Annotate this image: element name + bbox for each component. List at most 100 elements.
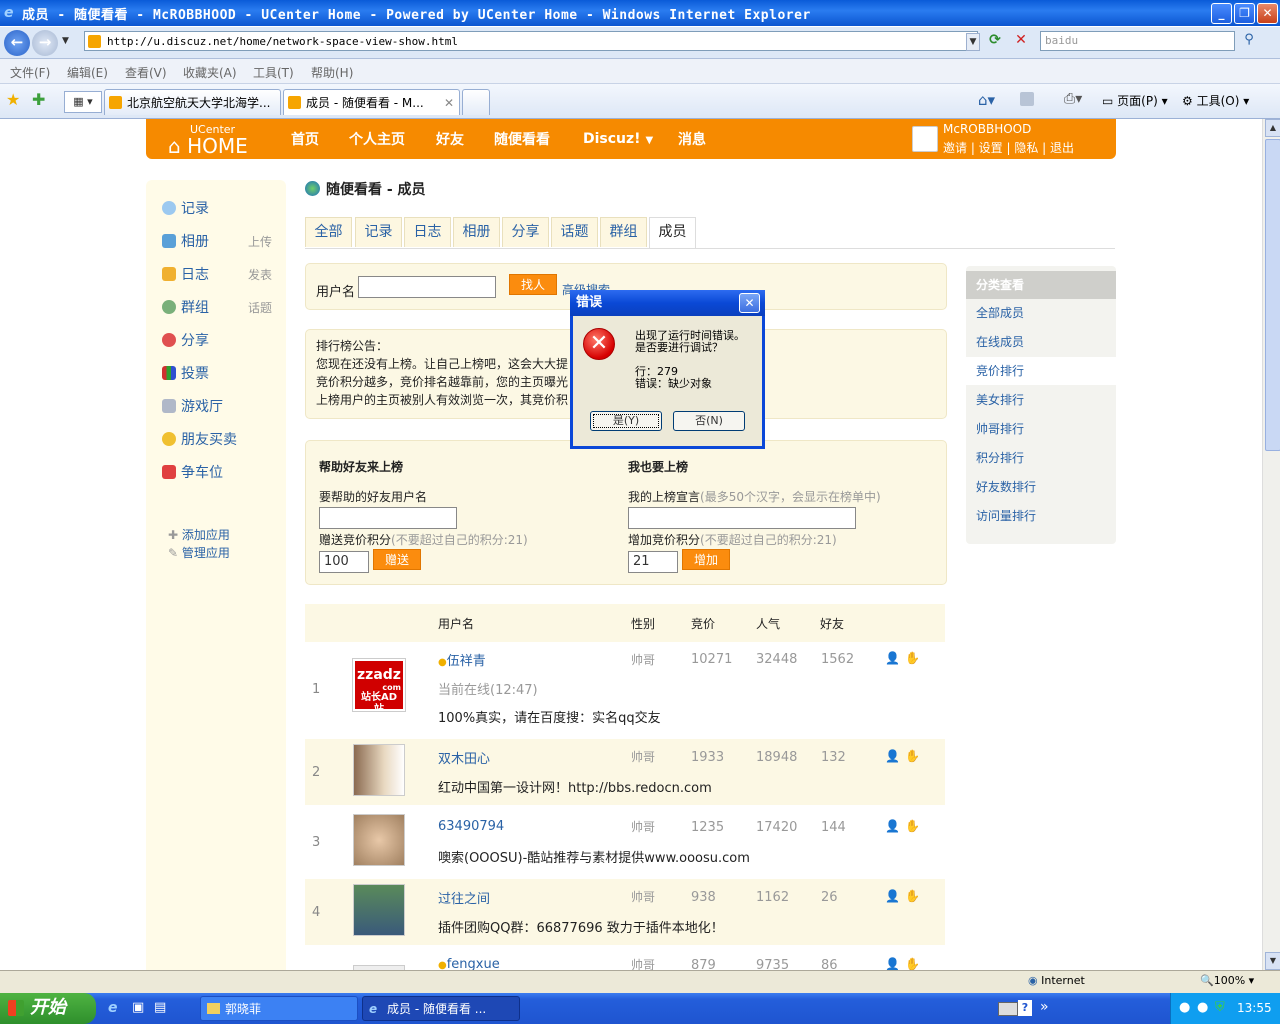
dialog-title[interactable]: 错误 xyxy=(570,290,765,316)
qq-icon[interactable]: ● xyxy=(1179,1000,1190,1015)
page-menu[interactable]: ▭ 页面(P) ▾ xyxy=(1102,92,1168,109)
address-dropdown-icon[interactable]: ▼ xyxy=(966,33,980,51)
tools-menu[interactable]: ⚙ 工具(O) ▾ xyxy=(1182,92,1249,109)
zoom-control[interactable]: 🔍100% ▾ xyxy=(1200,974,1254,987)
sidebar-sub-topic[interactable]: 话题 xyxy=(248,299,272,316)
sidebar-item-trade[interactable]: 朋友买卖 xyxy=(162,429,237,449)
menu-file[interactable]: 文件(F) xyxy=(10,64,50,81)
nav-discuz[interactable]: Discuz! ▼ xyxy=(583,131,653,147)
add-friend-icon[interactable]: 👤 xyxy=(885,651,901,665)
window-titlebar[interactable]: e 成员 - 随便看看 - McROBBHOOD - UCenter Home … xyxy=(0,0,1280,26)
address-input[interactable]: http://u.discuz.net/home/network-space-v… xyxy=(84,31,978,51)
menu-favorites[interactable]: 收藏夹(A) xyxy=(183,64,237,81)
category-points-ranking[interactable]: 积分排行 xyxy=(966,444,1116,472)
category-friends-ranking[interactable]: 好友数排行 xyxy=(966,473,1116,501)
task-folder[interactable]: 郭晓菲 xyxy=(200,996,358,1021)
home-icon[interactable]: ⌂▾ xyxy=(978,91,995,109)
tab-topics[interactable]: 话题 xyxy=(551,217,598,247)
tab-members[interactable]: 成员 - 随便看看 - M... ✕ xyxy=(283,89,460,115)
gift-points-input[interactable]: 100 xyxy=(319,551,369,573)
user-avatar[interactable] xyxy=(912,126,938,152)
network-icon[interactable]: ● xyxy=(1197,1000,1208,1015)
tab-groups[interactable]: 群组 xyxy=(600,217,647,247)
greet-icon[interactable]: ✋ xyxy=(905,651,921,665)
keyboard-icon[interactable] xyxy=(998,1002,1018,1016)
user-thumbnail[interactable] xyxy=(353,814,405,866)
nav-profile[interactable]: 个人主页 xyxy=(349,129,405,149)
slogan-input[interactable] xyxy=(628,507,856,529)
nav-friends[interactable]: 好友 xyxy=(436,129,464,149)
add-friend-icon[interactable]: 👤 xyxy=(885,957,901,970)
add-app-link[interactable]: ✚ 添加应用 xyxy=(168,526,230,543)
user-links[interactable]: 邀请 | 设置 | 隐私 | 退出 xyxy=(943,139,1074,156)
menu-tools[interactable]: 工具(T) xyxy=(253,64,294,81)
print-icon[interactable]: ⎙▾ xyxy=(1064,91,1082,107)
shield-icon[interactable]: ⛨ xyxy=(1215,1000,1225,1015)
sidebar-item-album[interactable]: 相册 xyxy=(162,231,209,251)
tab-shares[interactable]: 分享 xyxy=(502,217,549,247)
search-input[interactable]: baidu xyxy=(1040,31,1235,51)
task-ie[interactable]: e 成员 - 随便看看 ... xyxy=(362,996,520,1021)
find-user-button[interactable]: 找人 xyxy=(509,274,557,295)
add-points-input[interactable]: 21 xyxy=(628,551,678,573)
forward-button[interactable]: → xyxy=(32,30,58,56)
feeds-icon[interactable] xyxy=(1020,92,1034,106)
add-favorite-icon[interactable]: ✚ xyxy=(32,90,45,109)
yes-button[interactable]: 是(Y) xyxy=(590,411,662,431)
scroll-up-icon[interactable]: ▲ xyxy=(1265,119,1280,137)
sidebar-item-share[interactable]: 分享 xyxy=(162,330,209,350)
quicklaunch-desktop-icon[interactable]: ▣ xyxy=(132,1000,144,1015)
member-name[interactable]: 双木田心 xyxy=(438,748,490,767)
sidebar-item-games[interactable]: 游戏厅 xyxy=(162,396,223,416)
friend-name-input[interactable] xyxy=(319,507,457,529)
menu-help[interactable]: 帮助(H) xyxy=(311,64,353,81)
manage-app-link[interactable]: ✎ 管理应用 xyxy=(168,544,230,561)
sidebar-item-blog[interactable]: 日志 xyxy=(162,264,209,284)
sidebar-item-parking[interactable]: 争车位 xyxy=(162,462,223,482)
nav-messages[interactable]: 消息 xyxy=(678,129,706,149)
greet-icon[interactable]: ✋ xyxy=(905,889,921,903)
tab-albums[interactable]: 相册 xyxy=(453,217,500,247)
category-online-members[interactable]: 在线成员 xyxy=(966,328,1116,356)
member-name[interactable]: 过往之间 xyxy=(438,888,490,907)
back-button[interactable]: ← xyxy=(4,30,30,56)
add-friend-icon[interactable]: 👤 xyxy=(885,749,901,763)
clock[interactable]: 13:55 xyxy=(1237,1001,1272,1015)
member-name[interactable]: 63490794 xyxy=(438,819,504,834)
sidebar-item-records[interactable]: 记录 xyxy=(162,198,209,218)
tab-all[interactable]: 全部 xyxy=(305,217,352,247)
quick-tabs-icon[interactable]: ▦ ▾ xyxy=(64,91,102,113)
category-visits-ranking[interactable]: 访问量排行 xyxy=(966,502,1116,530)
maximize-button[interactable]: ❐ xyxy=(1234,3,1255,24)
category-handsome-ranking[interactable]: 帅哥排行 xyxy=(966,415,1116,443)
stop-icon[interactable]: ✕ xyxy=(1012,32,1030,50)
nav-explore[interactable]: 随便看看 xyxy=(494,129,550,149)
quicklaunch-ie-icon[interactable]: e xyxy=(108,1000,118,1016)
sidebar-sub-upload[interactable]: 上传 xyxy=(248,233,272,250)
username-search-input[interactable] xyxy=(358,276,496,298)
help-icon[interactable]: ? xyxy=(1018,1000,1032,1016)
username[interactable]: McROBBHOOD xyxy=(943,122,1031,136)
user-thumbnail[interactable]: zzadz com 站长AD站 xyxy=(352,658,406,715)
user-thumbnail[interactable] xyxy=(353,744,405,796)
gift-button[interactable]: 赠送 xyxy=(373,549,421,570)
scroll-down-icon[interactable]: ▼ xyxy=(1265,952,1280,970)
user-thumbnail[interactable] xyxy=(353,884,405,936)
greet-icon[interactable]: ✋ xyxy=(905,749,921,763)
greet-icon[interactable]: ✋ xyxy=(905,957,921,970)
expand-tray-icon[interactable]: » xyxy=(1040,999,1049,1015)
refresh-icon[interactable]: ⟳ xyxy=(986,32,1004,50)
no-button[interactable]: 否(N) xyxy=(673,411,745,431)
tab-blogs[interactable]: 日志 xyxy=(404,217,451,247)
minimize-button[interactable]: _ xyxy=(1211,3,1232,24)
add-friend-icon[interactable]: 👤 xyxy=(885,889,901,903)
sidebar-item-poll[interactable]: 投票 xyxy=(162,363,209,383)
dialog-close-icon[interactable]: ✕ xyxy=(739,293,760,313)
quicklaunch-media-icon[interactable]: ▤ xyxy=(154,1000,166,1015)
sidebar-item-groups[interactable]: 群组 xyxy=(162,297,209,317)
new-tab-button[interactable] xyxy=(462,89,490,115)
member-name[interactable]: ●fengxue xyxy=(438,957,500,970)
menu-view[interactable]: 查看(V) xyxy=(125,64,167,81)
add-friend-icon[interactable]: 👤 xyxy=(885,819,901,833)
greet-icon[interactable]: ✋ xyxy=(905,819,921,833)
